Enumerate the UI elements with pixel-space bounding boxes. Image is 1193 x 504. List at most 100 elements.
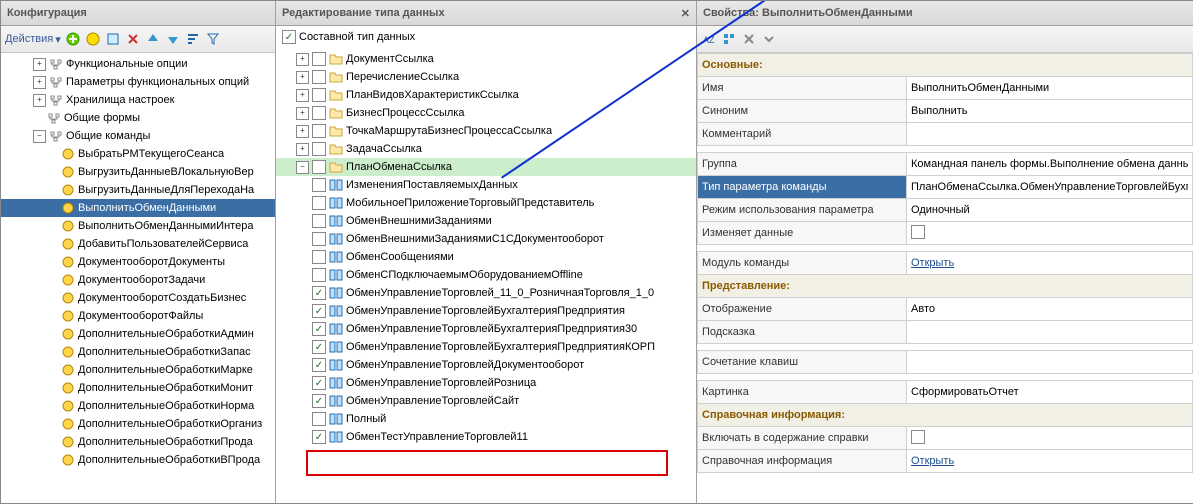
sort-az-icon[interactable]: AZ (701, 31, 717, 47)
section-ref[interactable]: Справочная информация: (698, 404, 1193, 427)
type-checkbox[interactable]: ✓ (312, 394, 326, 408)
type-item[interactable]: ИзмененияПоставляемыхДанных (276, 176, 696, 194)
type-checkbox[interactable] (312, 214, 326, 228)
type-checkbox[interactable] (312, 88, 326, 102)
expander-icon[interactable]: + (296, 89, 309, 102)
tree-item-cmd2[interactable]: ВыгрузитьДанныеВЛокальнуюВер (1, 163, 275, 181)
type-item[interactable]: +ПланВидовХарактеристикСсылка (276, 86, 696, 104)
type-checkbox[interactable]: ✓ (312, 340, 326, 354)
type-item[interactable]: +ДокументСсылка (276, 50, 696, 68)
prop-name-input[interactable] (911, 82, 1188, 94)
type-item[interactable]: +ЗадачаСсылка (276, 140, 696, 158)
section-main[interactable]: Основные: (698, 54, 1193, 77)
type-checkbox[interactable]: ✓ (312, 376, 326, 390)
expander-icon[interactable]: + (33, 76, 46, 89)
sort-icon[interactable] (185, 31, 201, 47)
tree-item-cmd7[interactable]: ДокументооборотДокументы (1, 253, 275, 271)
up-icon[interactable] (145, 31, 161, 47)
prop-pic-input[interactable] (911, 386, 1188, 398)
expander-icon[interactable]: + (296, 53, 309, 66)
type-item[interactable]: ✓ОбменУправлениеТорговлей_11_0_Розничная… (276, 284, 696, 302)
config-tree[interactable]: +Функциональные опции+Параметры функцион… (1, 53, 275, 503)
type-item[interactable]: ОбменСообщениями (276, 248, 696, 266)
type-item[interactable]: ✓ОбменУправлениеТорговлейРозница (276, 374, 696, 392)
type-checkbox[interactable] (312, 160, 326, 174)
type-item[interactable]: ✓ОбменУправлениеТорговлейБухгалтерияПред… (276, 302, 696, 320)
tree-item-common-forms[interactable]: Общие формы (1, 109, 275, 127)
tree-item-cmd15[interactable]: ДополнительныеОбработкиНорма (1, 397, 275, 415)
type-checkbox[interactable] (312, 178, 326, 192)
prop-changes-checkbox[interactable] (911, 225, 925, 239)
tree-item-cmd10[interactable]: ДокументооборотФайлы (1, 307, 275, 325)
expander-icon[interactable]: + (296, 143, 309, 156)
type-checkbox[interactable]: ✓ (312, 358, 326, 372)
tree-item-cmd12[interactable]: ДополнительныеОбработкиЗапас (1, 343, 275, 361)
tree-item-cmd17[interactable]: ДополнительныеОбработкиПрода (1, 433, 275, 451)
prop-syn-input[interactable] (911, 105, 1188, 117)
prop-display-input[interactable] (911, 303, 1188, 315)
tree-item-cmd3[interactable]: ВыгрузитьДанныеДляПереходаНа (1, 181, 275, 199)
prop-pmode-input[interactable] (911, 204, 1188, 216)
tree-item-common-commands[interactable]: −Общие команды (1, 127, 275, 145)
type-item[interactable]: ✓ОбменУправлениеТорговлейБухгалтерияПред… (276, 338, 696, 356)
section-repr[interactable]: Представление: (698, 275, 1193, 298)
type-item[interactable]: +БизнесПроцессСсылка (276, 104, 696, 122)
type-item[interactable]: +ПеречислениеСсылка (276, 68, 696, 86)
tree-item-storage[interactable]: +Хранилища настроек (1, 91, 275, 109)
type-item[interactable]: ✓ОбменТестУправлениеТорговлей11 (276, 428, 696, 446)
type-item[interactable]: +ТочкаМаршрутаБизнесПроцессаСсылка (276, 122, 696, 140)
type-item[interactable]: ✓ОбменУправлениеТорговлейБухгалтерияПред… (276, 320, 696, 338)
add-icon[interactable] (65, 31, 81, 47)
delete-icon[interactable] (125, 31, 141, 47)
type-item[interactable]: Полный (276, 410, 696, 428)
expander-icon[interactable]: + (296, 71, 309, 84)
categories-icon[interactable] (721, 31, 737, 47)
type-checkbox[interactable] (312, 250, 326, 264)
tree-item-cmd9[interactable]: ДокументооборотСоздатьБизнес (1, 289, 275, 307)
tree-item-cmd1[interactable]: ВыбратьРМТекущегоСеанса (1, 145, 275, 163)
expander-icon[interactable]: − (296, 161, 309, 174)
edit-icon[interactable] (105, 31, 121, 47)
type-checkbox[interactable] (312, 52, 326, 66)
filter-icon[interactable] (205, 31, 221, 47)
type-item[interactable]: ✓ОбменУправлениеТорговлейДокументооборот (276, 356, 696, 374)
expander-icon[interactable]: + (33, 58, 46, 71)
actions-menu[interactable]: Действия ▾ (5, 33, 61, 46)
tree-item-func-opts[interactable]: +Функциональные опции (1, 55, 275, 73)
expander-icon[interactable]: + (296, 125, 309, 138)
close-icon[interactable]: ✕ (681, 7, 690, 20)
type-checkbox[interactable]: ✓ (312, 322, 326, 336)
expander-icon[interactable]: + (33, 94, 46, 107)
type-checkbox[interactable] (312, 142, 326, 156)
type-item[interactable]: ОбменВнешнимиЗаданиямиС1СДокументооборот (276, 230, 696, 248)
type-checkbox[interactable] (312, 196, 326, 210)
type-checkbox[interactable] (312, 70, 326, 84)
prop-comment-input[interactable] (911, 128, 1188, 140)
type-checkbox[interactable]: ✓ (312, 286, 326, 300)
tree-item-cmd13[interactable]: ДополнительныеОбработкиМарке (1, 361, 275, 379)
tree-item-cmd6[interactable]: ДобавитьПользователейСервиса (1, 235, 275, 253)
prop-hint-input[interactable] (911, 326, 1188, 338)
helpinfo-open-link[interactable]: Открыть (911, 455, 954, 467)
tree-item-func-opts-params[interactable]: +Параметры функциональных опций (1, 73, 275, 91)
type-checkbox[interactable] (312, 124, 326, 138)
expander-icon[interactable]: + (296, 107, 309, 120)
module-open-link[interactable]: Открыть (911, 257, 954, 269)
down-icon[interactable] (165, 31, 181, 47)
expander-icon[interactable]: − (33, 130, 46, 143)
type-checkbox[interactable] (312, 412, 326, 426)
tree-item-cmd14[interactable]: ДополнительныеОбработкиМонит (1, 379, 275, 397)
prop-group-input[interactable] (911, 158, 1188, 170)
tree-item-cmd11[interactable]: ДополнительныеОбработкиАдмин (1, 325, 275, 343)
prop-inhelp-checkbox[interactable] (911, 430, 925, 444)
type-item[interactable]: МобильноеПриложениеТорговыйПредставитель (276, 194, 696, 212)
type-checkbox[interactable]: ✓ (312, 430, 326, 444)
type-item[interactable]: ✓ОбменУправлениеТорговлейСайт (276, 392, 696, 410)
type-tree[interactable]: +ДокументСсылка+ПеречислениеСсылка+ПланВ… (276, 48, 696, 503)
type-checkbox[interactable]: ✓ (312, 304, 326, 318)
type-checkbox[interactable] (312, 232, 326, 246)
tree-item-cmd5[interactable]: ВыполнитьОбменДаннымиИнтера (1, 217, 275, 235)
type-checkbox[interactable] (312, 106, 326, 120)
props-delete-icon[interactable] (741, 31, 757, 47)
type-checkbox[interactable] (312, 268, 326, 282)
